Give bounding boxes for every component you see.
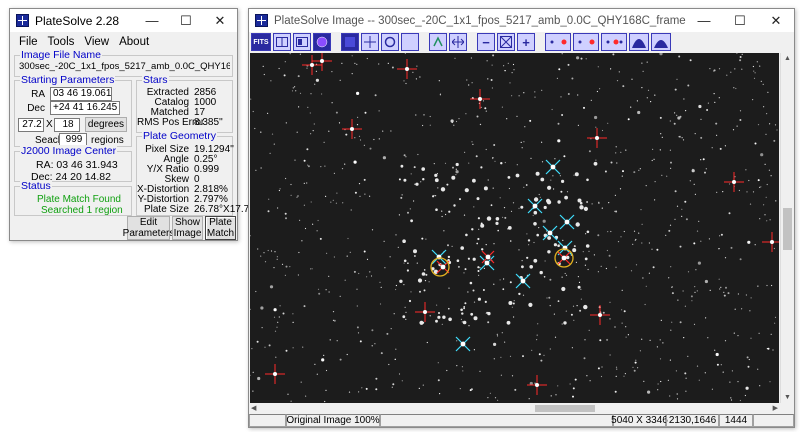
zoom-in-label: + (522, 34, 530, 50)
blank-tool-icon[interactable] (401, 33, 419, 51)
fov-width-input[interactable]: 27.2 (18, 118, 44, 132)
stars-row-label: RMS Pos Error (137, 117, 205, 128)
status-line-2: Searched 1 region (41, 205, 123, 216)
star-field-image[interactable] (250, 53, 779, 403)
image-title-bar[interactable]: PlateSolve Image -- 300sec_-20C_1x1_fpos… (249, 9, 794, 32)
show-image-button[interactable]: Show Image (172, 216, 203, 240)
star-marks-icon[interactable] (545, 33, 571, 51)
menu-file[interactable]: File (14, 36, 43, 48)
status-cursor-position: 2130,1646 (666, 414, 719, 427)
group-label: J2000 Image Center (20, 145, 118, 157)
ra-label: RA (31, 89, 45, 100)
image-status-bar: Original Image 100% 5040 X 3346 2130,164… (249, 414, 794, 427)
dec-label: Dec (27, 103, 45, 114)
menu-view[interactable]: View (79, 36, 114, 48)
zoom-out-button[interactable]: − (477, 33, 495, 51)
status-group: Status Plate Match Found Searched 1 regi… (14, 180, 132, 216)
horizontal-scrollbar[interactable]: ◀ ▶ (250, 403, 794, 414)
app-icon (255, 14, 268, 27)
status-zoom-mode: Original Image 100% (286, 414, 380, 427)
group-label: Plate Geometry (142, 130, 217, 142)
zoom-in-button[interactable]: + (517, 33, 535, 51)
edit-parameters-button[interactable]: Edit Parameters (123, 216, 174, 240)
image-toolbar: FITS − + (249, 32, 794, 52)
horizontal-scroll-thumb[interactable] (535, 405, 595, 412)
geometry-row-label: Plate Size (143, 204, 189, 215)
j2000-center-group: J2000 Image Center RA: 03 46 31.943 Dec:… (14, 145, 132, 183)
circle-marker-icon[interactable] (381, 33, 399, 51)
color-wheel-icon[interactable] (313, 33, 331, 51)
fits-label: FITS (253, 38, 269, 46)
title-bar[interactable]: PlateSolve 2.28 — ☐ ✕ (10, 9, 237, 32)
star-field-canvas[interactable] (250, 53, 779, 403)
plate-geometry-group: Plate Geometry Pixel Size 19.1294'' Angle 0… (136, 130, 259, 216)
image-window: PlateSolve Image -- 300sec_-20C_1x1_fpos… (248, 8, 795, 428)
fits-button[interactable]: FITS (251, 33, 271, 51)
fit-window-icon[interactable] (497, 33, 515, 51)
starting-parameters-group: Starting Parameters RA 03 46 19.061 Dec … (14, 74, 132, 147)
group-label: Image File Name (20, 49, 102, 61)
histogram-stretch-icon[interactable] (651, 33, 671, 51)
zoom-out-label: − (482, 34, 490, 50)
stars-group: Stars Extracted 2856 Catalog 1000 Matched 17 R… (136, 74, 233, 133)
vertical-scrollbar[interactable]: ▲ ▼ (780, 53, 794, 403)
plate-match-button[interactable]: Plate Match (205, 216, 236, 240)
status-line-1: Plate Match Found (37, 194, 121, 205)
select-square-icon[interactable] (341, 33, 359, 51)
window-title: PlateSolve 2.28 (35, 13, 120, 28)
j2000-ra: RA: 03 46 31.943 (36, 159, 118, 171)
minimize-button[interactable]: — (686, 9, 722, 32)
status-pixel-value: 1444 (719, 414, 753, 427)
minimize-button[interactable]: — (135, 9, 169, 32)
move-icon[interactable] (449, 33, 467, 51)
fov-x-label: X (46, 119, 53, 130)
maximize-button[interactable]: ☐ (722, 9, 758, 32)
crosshair-icon[interactable] (361, 33, 379, 51)
status-image-dimensions: 5040 X 3346 (611, 414, 668, 427)
catalog-stars-icon[interactable] (601, 33, 627, 51)
group-label: Status (20, 180, 52, 192)
close-button[interactable]: ✕ (203, 9, 237, 32)
group-label: Starting Parameters (20, 74, 116, 86)
dec-input[interactable]: +24 41 16.245 (50, 101, 120, 115)
app-icon (16, 14, 29, 27)
image-window-title: PlateSolve Image -- 300sec_-20C_1x1_fpos… (274, 14, 686, 27)
fov-height-input[interactable]: 18 (54, 118, 80, 132)
split-view-icon[interactable] (293, 33, 311, 51)
units-button[interactable]: degrees (85, 117, 127, 132)
menu-about[interactable]: About (114, 36, 154, 48)
platesolve-window: PlateSolve 2.28 — ☐ ✕ File Tools View Ab… (9, 8, 259, 241)
matched-stars-icon[interactable] (573, 33, 599, 51)
maximize-button[interactable]: ☐ (169, 9, 203, 32)
group-label: Stars (142, 74, 169, 86)
ra-input[interactable]: 03 46 19.061 (50, 87, 112, 101)
histogram-icon[interactable] (629, 33, 649, 51)
window-layout-icon[interactable] (273, 33, 291, 51)
image-file-name: 300sec_-20C_1x1_fpos_5217_amb_0.0C_QHY16… (19, 61, 230, 72)
menu-tools[interactable]: Tools (43, 36, 80, 48)
vertical-scroll-thumb[interactable] (783, 208, 792, 250)
stars-row-value: 8.385'' (194, 117, 223, 128)
flip-icon[interactable] (429, 33, 447, 51)
close-button[interactable]: ✕ (758, 9, 794, 32)
